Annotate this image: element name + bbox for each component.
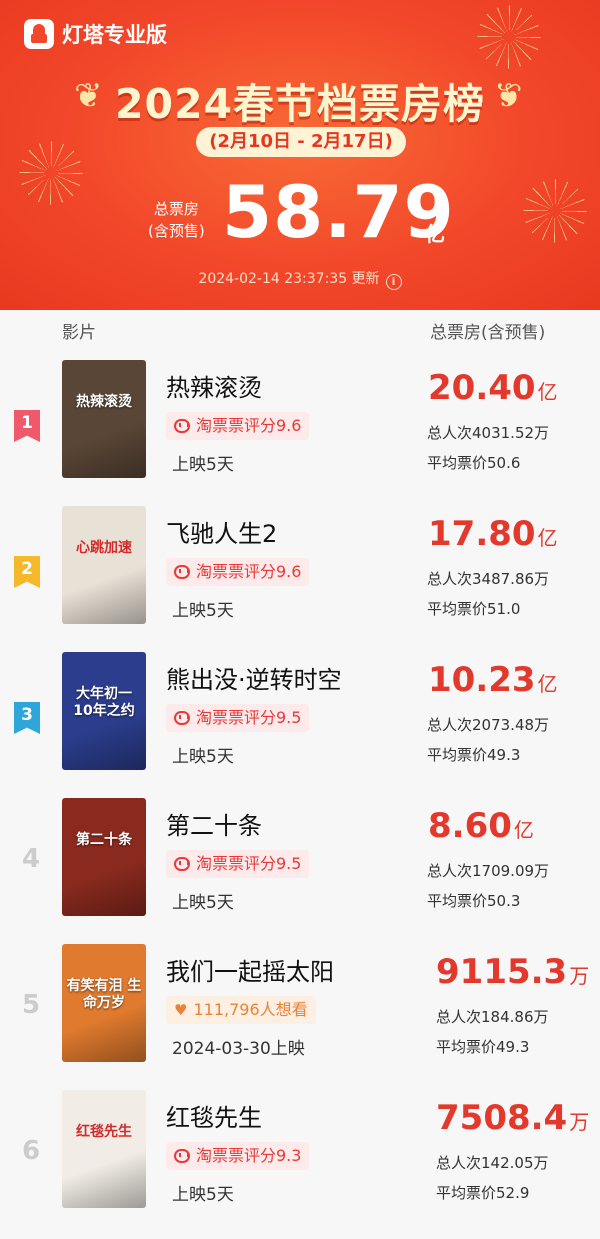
taopiaopiao-icon	[174, 857, 190, 871]
movie-title[interactable]: 飞驰人生2	[166, 514, 277, 549]
total-admissions: 总人次184.86万	[436, 1008, 549, 1026]
rank-badge: 1	[14, 410, 40, 442]
movie-row[interactable]: 6 红毯先生 红毯先生 淘票票评分9.3 上映5天 7508.4 万 总人次142…	[0, 1090, 600, 1235]
laurel-right-icon: ❦	[494, 76, 523, 116]
movie-gross: 20.40 亿	[428, 368, 558, 408]
movie-poster[interactable]: 大年初一 10年之约	[62, 652, 146, 770]
firework-decoration	[476, 4, 542, 70]
movie-title[interactable]: 熊出没·逆转时空	[166, 660, 342, 695]
poster-caption: 红毯先生	[76, 1124, 132, 1140]
movie-gross: 9115.3 万	[436, 952, 590, 992]
movie-gross: 7508.4 万	[436, 1098, 590, 1138]
taopiaopiao-icon	[174, 1149, 190, 1163]
average-ticket-price: 平均票价49.3	[436, 1038, 530, 1056]
heart-icon: ♥	[174, 1001, 188, 1019]
movie-poster[interactable]: 心跳加速	[62, 506, 146, 624]
movie-row[interactable]: 5 有笑有泪 生命万岁 我们一起摇太阳 ♥ 111,796人想看 2024-03-…	[0, 944, 600, 1089]
movie-title[interactable]: 红毯先生	[166, 1098, 262, 1133]
rating-badge: 淘票票评分9.6	[166, 558, 310, 586]
rank-number: 6	[21, 1136, 41, 1166]
rank-number: 4	[21, 844, 41, 874]
rating-badge: 淘票票评分9.5	[166, 704, 310, 732]
total-gross-value: 58.79	[222, 170, 455, 254]
poster-caption: 有笑有泪 生命万岁	[66, 978, 142, 1011]
total-admissions: 总人次142.05万	[436, 1154, 549, 1172]
poster-caption: 第二十条	[76, 832, 132, 848]
poster-caption: 热辣滚烫	[76, 394, 132, 410]
want-to-see-badge: ♥ 111,796人想看	[166, 996, 316, 1024]
total-admissions: 总人次3487.86万	[427, 570, 550, 588]
firework-decoration	[522, 178, 588, 244]
total-admissions: 总人次4031.52万	[427, 424, 550, 442]
column-header-film: 影片	[62, 323, 96, 343]
average-ticket-price: 平均票价51.0	[427, 600, 521, 618]
average-ticket-price: 平均票价52.9	[436, 1184, 530, 1202]
movie-row[interactable]: 1 热辣滚烫 热辣滚烫 淘票票评分9.6 上映5天 20.40 亿 总人次4031…	[0, 360, 600, 505]
update-time: 2024-02-14 23:37:35 更新 i	[0, 268, 600, 290]
taopiaopiao-icon	[174, 419, 190, 433]
lighthouse-logo-icon	[24, 19, 54, 49]
average-ticket-price: 平均票价50.6	[427, 454, 521, 472]
rating-badge: 淘票票评分9.3	[166, 1142, 310, 1170]
release-status: 上映5天	[172, 601, 234, 621]
movie-gross: 17.80 亿	[428, 514, 558, 554]
movie-title[interactable]: 热辣滚烫	[166, 368, 262, 403]
total-gross-label: 总票房 (含预售)	[148, 200, 205, 240]
movie-row[interactable]: 4 第二十条 第二十条 淘票票评分9.5 上映5天 8.60 亿 总人次1709.…	[0, 798, 600, 943]
average-ticket-price: 平均票价50.3	[427, 892, 521, 910]
poster-caption: 大年初一 10年之约	[73, 686, 135, 719]
release-status: 上映5天	[172, 1185, 234, 1205]
taopiaopiao-icon	[174, 711, 190, 725]
movie-poster[interactable]: 红毯先生	[62, 1090, 146, 1208]
release-status: 上映5天	[172, 893, 234, 913]
column-header-gross: 总票房(含预售)	[430, 323, 546, 343]
movie-gross: 10.23 亿	[428, 660, 558, 700]
release-status: 上映5天	[172, 455, 234, 475]
total-admissions: 总人次2073.48万	[427, 716, 550, 734]
movie-row[interactable]: 2 心跳加速 飞驰人生2 淘票票评分9.6 上映5天 17.80 亿 总人次348…	[0, 506, 600, 651]
header-banner: 灯塔专业版 ❦ 2024春节档票房榜 ❦ (2月10日 - 2月17日) 总票房…	[0, 0, 600, 310]
release-status: 上映5天	[172, 747, 234, 767]
movie-poster[interactable]: 有笑有泪 生命万岁	[62, 944, 146, 1062]
rank-badge: 3	[14, 702, 40, 734]
firework-decoration	[18, 140, 84, 206]
release-status: 2024-03-30上映	[172, 1039, 305, 1059]
average-ticket-price: 平均票价49.3	[427, 746, 521, 764]
rating-badge: 淘票票评分9.6	[166, 412, 310, 440]
app-brand[interactable]: 灯塔专业版	[24, 19, 167, 49]
movie-poster[interactable]: 第二十条	[62, 798, 146, 916]
total-admissions: 总人次1709.09万	[427, 862, 550, 880]
info-icon[interactable]: i	[385, 274, 402, 290]
poster-caption: 心跳加速	[76, 540, 132, 556]
movie-poster[interactable]: 热辣滚烫	[62, 360, 146, 478]
movie-title[interactable]: 我们一起摇太阳	[166, 952, 334, 987]
date-range: (2月10日 - 2月17日)	[196, 127, 406, 157]
movie-title[interactable]: 第二十条	[166, 806, 262, 841]
rank-number: 5	[21, 990, 41, 1020]
total-gross-unit: 亿	[425, 222, 445, 246]
rank-badge: 2	[14, 556, 40, 588]
movie-row[interactable]: 3 大年初一 10年之约 熊出没·逆转时空 淘票票评分9.5 上映5天 10.2…	[0, 652, 600, 797]
rating-badge: 淘票票评分9.5	[166, 850, 310, 878]
taopiaopiao-icon	[174, 565, 190, 579]
app-name: 灯塔专业版	[62, 23, 167, 47]
movie-gross: 8.60 亿	[428, 806, 534, 846]
